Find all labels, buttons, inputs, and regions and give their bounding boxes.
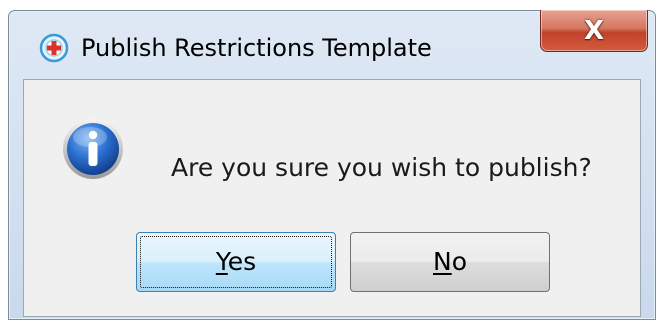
- dialog-content: Are you sure you wish to publish? Yes No: [23, 79, 641, 317]
- yes-button[interactable]: Yes: [136, 232, 336, 292]
- dialog-message: Are you sure you wish to publish?: [171, 153, 592, 182]
- dialog-window: Publish Restrictions Template X Are you …: [8, 10, 656, 320]
- close-button[interactable]: X: [540, 10, 648, 52]
- close-icon: X: [583, 15, 605, 46]
- app-icon: [39, 33, 69, 63]
- no-button[interactable]: No: [350, 232, 550, 292]
- window-title: Publish Restrictions Template: [81, 34, 432, 62]
- info-icon: [63, 119, 123, 179]
- title-bar[interactable]: Publish Restrictions Template X: [9, 10, 655, 79]
- yes-button-label: Yes: [215, 247, 257, 276]
- no-button-label: No: [433, 247, 467, 276]
